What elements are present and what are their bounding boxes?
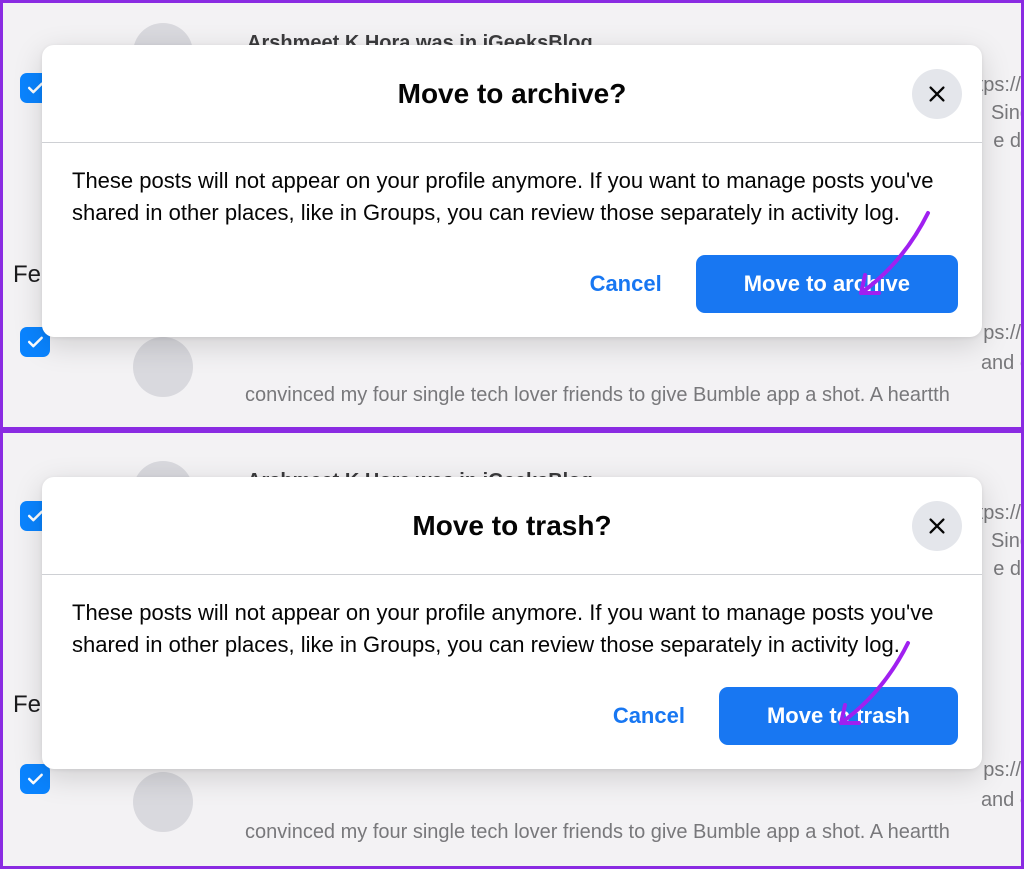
bg-snippet: ps://v bbox=[983, 319, 1024, 347]
bg-snippet: and e bbox=[981, 786, 1024, 814]
feed-label: Fe bbox=[13, 691, 41, 719]
avatar bbox=[133, 772, 193, 832]
confirm-archive-button[interactable]: Move to archive bbox=[696, 255, 958, 313]
dialog-title: Move to trash? bbox=[412, 510, 611, 542]
bg-snippet: convinced my four single tech lover frie… bbox=[245, 381, 950, 409]
bg-snippet: ps://v bbox=[983, 756, 1024, 784]
avatar bbox=[133, 337, 193, 397]
dialog-header: Move to trash? bbox=[42, 477, 982, 575]
dialog-footer: Cancel Move to trash bbox=[42, 669, 982, 769]
screenshot-panel-trash: Arshmeet K Hora was in iGeeksBlog tps://… bbox=[0, 430, 1024, 869]
confirm-trash-button[interactable]: Move to trash bbox=[719, 687, 958, 745]
dialog-header: Move to archive? bbox=[42, 45, 982, 143]
bg-snippet: tps://v bbox=[978, 499, 1024, 527]
bg-snippet: Sing bbox=[991, 527, 1024, 555]
screenshot-panel-archive: Arshmeet K Hora was in iGeeksBlog tps://… bbox=[0, 0, 1024, 430]
close-icon bbox=[926, 83, 948, 105]
dialog-title: Move to archive? bbox=[398, 78, 627, 110]
bg-snippet: e dy bbox=[993, 555, 1024, 583]
feed-label: Fe bbox=[13, 261, 41, 289]
cancel-button[interactable]: Cancel bbox=[566, 257, 686, 311]
confirm-dialog-archive: Move to archive? These posts will not ap… bbox=[42, 45, 982, 337]
bg-snippet: and e bbox=[981, 349, 1024, 377]
cancel-button[interactable]: Cancel bbox=[589, 689, 709, 743]
bg-snippet: convinced my four single tech lover frie… bbox=[245, 818, 950, 846]
bg-snippet: e dy bbox=[993, 127, 1024, 155]
close-icon bbox=[926, 515, 948, 537]
dialog-body: These posts will not appear on your prof… bbox=[42, 575, 982, 669]
bg-snippet: tps://v bbox=[978, 71, 1024, 99]
bg-snippet: Sing bbox=[991, 99, 1024, 127]
dialog-body: These posts will not appear on your prof… bbox=[42, 143, 982, 237]
close-button[interactable] bbox=[912, 501, 962, 551]
confirm-dialog-trash: Move to trash? These posts will not appe… bbox=[42, 477, 982, 769]
close-button[interactable] bbox=[912, 69, 962, 119]
check-icon bbox=[25, 769, 45, 789]
dialog-footer: Cancel Move to archive bbox=[42, 237, 982, 337]
